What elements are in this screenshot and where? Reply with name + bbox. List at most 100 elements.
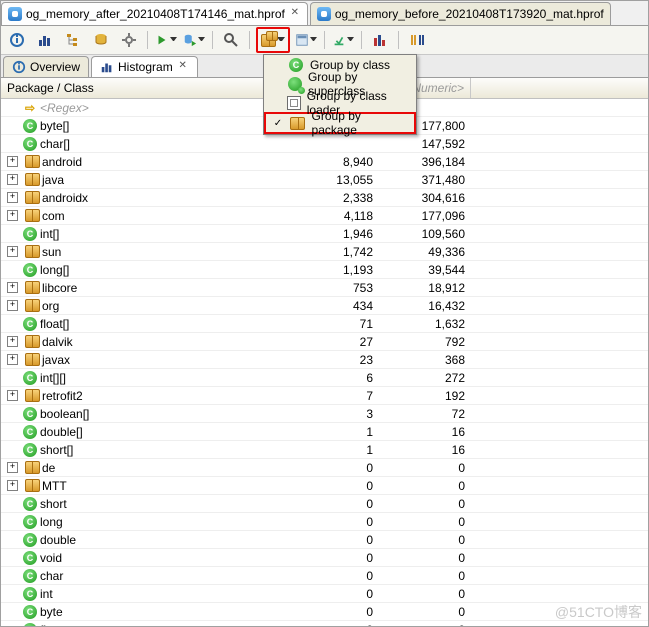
table-row[interactable]: +dalvik27792 [1,333,648,351]
regex-placeholder[interactable]: <Regex> [40,101,89,115]
expander[interactable]: + [7,246,18,257]
table-row[interactable]: +androidx2,338304,616 [1,189,648,207]
db-run-button[interactable] [182,28,206,52]
table-row[interactable]: long[]1,19339,544 [1,261,648,279]
expander [7,265,16,274]
table-row[interactable]: int[]1,946109,560 [1,225,648,243]
class-icon [22,586,38,602]
table-row[interactable]: int[][]6272 [1,369,648,387]
row-v1: 7 [289,389,379,403]
run-button[interactable] [154,28,178,52]
expander [7,139,16,148]
tree-button[interactable] [61,28,85,52]
calc-button[interactable] [294,28,318,52]
table-row[interactable]: short[]116 [1,441,648,459]
query-button[interactable] [89,28,113,52]
table-row[interactable]: short00 [1,495,648,513]
menu-item[interactable]: ✓Group by package [264,112,416,134]
expander[interactable]: + [7,300,18,311]
expander[interactable]: + [7,462,18,473]
row-v1: 8,940 [289,155,379,169]
expander[interactable]: + [7,390,18,401]
tab-label: Histogram [118,60,173,74]
column-header-name[interactable]: Package / Class [1,78,289,98]
table-row[interactable]: char00 [1,567,648,585]
table-row[interactable]: +sun1,74249,336 [1,243,648,261]
superclass-icon [287,76,302,92]
chevron-down-icon [310,37,317,43]
package-icon [24,190,40,206]
expander[interactable]: + [7,156,18,167]
filter-button[interactable] [405,28,429,52]
group-by-button[interactable] [256,27,290,53]
table-row[interactable]: +libcore75318,912 [1,279,648,297]
row-name: MTT [42,479,67,493]
row-v2: 0 [379,479,471,493]
regex-icon: ⇨ [22,100,38,116]
table-row[interactable]: byte00 [1,603,648,621]
expander[interactable]: + [7,354,18,365]
chevron-down-icon [198,37,205,43]
row-v1: 0 [289,479,379,493]
expander[interactable]: + [7,192,18,203]
row-v2: 0 [379,551,471,565]
table-row[interactable]: +de00 [1,459,648,477]
expander [7,445,16,454]
tab-overview[interactable]: Overview [3,56,89,77]
row-v2: 1,632 [379,317,471,331]
row-v1: 3 [289,407,379,421]
row-name: javax [42,353,70,367]
table-row[interactable]: +android8,940396,184 [1,153,648,171]
expander[interactable]: + [7,282,18,293]
row-v1: 13,055 [289,173,379,187]
row-name: dalvik [42,335,73,349]
tab-histogram[interactable]: Histogram ✕ [91,56,198,77]
row-v2: 368 [379,353,471,367]
row-name: de [42,461,55,475]
table-row[interactable]: +java13,055371,480 [1,171,648,189]
row-v1: 0 [289,605,379,619]
table-row[interactable]: char[]147,592 [1,135,648,153]
gear-button[interactable] [117,28,141,52]
table-row[interactable]: float00 [1,621,648,627]
close-icon[interactable]: ✕ [177,61,189,73]
table-row[interactable]: float[]711,632 [1,315,648,333]
expander [7,535,16,544]
expander [7,499,16,508]
expander [7,517,16,526]
class-icon [22,406,38,422]
export-button[interactable] [331,28,355,52]
row-name: void [40,551,62,565]
table-row[interactable]: long00 [1,513,648,531]
table-row[interactable]: +org43416,432 [1,297,648,315]
table-row[interactable]: void00 [1,549,648,567]
search-button[interactable] [219,28,243,52]
expander [7,103,16,112]
expander[interactable]: + [7,174,18,185]
table-row[interactable]: double00 [1,531,648,549]
table-row[interactable]: int00 [1,585,648,603]
row-v2: 39,544 [379,263,471,277]
table-row[interactable]: + MTT 00 [1,477,648,495]
table-row[interactable]: +com4,118177,096 [1,207,648,225]
expander[interactable]: + [7,336,18,347]
expander [7,589,16,598]
row-v1: 6 [289,371,379,385]
expander[interactable]: + [7,480,18,491]
info-button[interactable] [5,28,29,52]
file-tab-before[interactable]: og_memory_before_20210408T173920_mat.hpr… [310,2,611,25]
table-row[interactable]: +javax23368 [1,351,648,369]
expander[interactable]: + [7,210,18,221]
package-icon [24,334,40,350]
histogram-button[interactable] [33,28,57,52]
file-tab-after[interactable]: og_memory_after_20210408T174146_mat.hpro… [1,2,308,25]
row-name: java [42,173,64,187]
row-name: long [40,515,63,529]
class-icon [22,622,38,627]
compare-button[interactable] [368,28,392,52]
close-icon[interactable]: ✕ [289,8,301,20]
table-row[interactable]: boolean[]372 [1,405,648,423]
table-row[interactable]: double[]116 [1,423,648,441]
row-name: short [40,497,67,511]
table-row[interactable]: +retrofit27192 [1,387,648,405]
